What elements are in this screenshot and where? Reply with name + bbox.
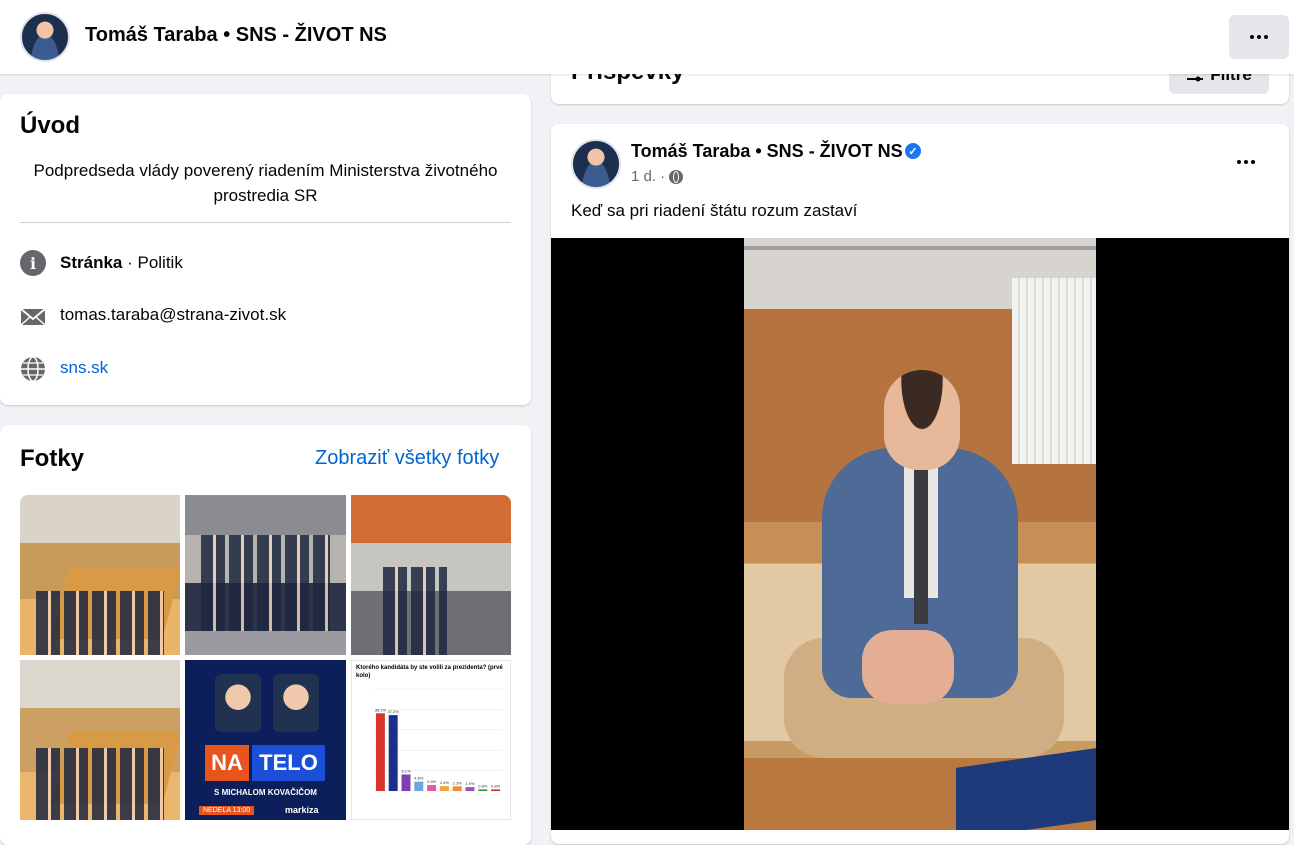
poll-value-label: 2.9% <box>427 779 437 784</box>
poll-value-label: 38.1% <box>375 707 387 712</box>
more-dots-icon <box>1250 35 1268 39</box>
natelo-telo: TELO <box>252 745 325 781</box>
poll-value-label: 8.1% <box>401 768 411 773</box>
intro-title: Úvod <box>20 112 80 139</box>
intro-bio: Podpredseda vlády poverený riadením Mini… <box>33 161 498 205</box>
natelo-subtitle: S MICHALOM KOVAČIČOM <box>214 788 317 797</box>
poll-value-label: 0.8% <box>478 783 488 788</box>
poll-value-label: 2.4% <box>440 780 450 785</box>
poll-value-label: 37.2% <box>388 709 400 714</box>
video-frame <box>744 238 1096 830</box>
verified-badge-icon: ✓ <box>905 143 921 159</box>
poll-bar <box>401 774 411 791</box>
poll-bar <box>478 789 488 791</box>
poll-value-label: 1.9% <box>465 781 475 786</box>
more-dots-icon <box>1237 160 1255 164</box>
photos-title: Fotky <box>20 445 85 472</box>
poll-chart: 38.1% 37.2%8.1%4.6%2.9% 2.4% 2.3% 1.9% 0.8% 0.… <box>374 688 502 792</box>
page-title[interactable]: Tomáš Taraba • SNS - ŽIVOT NS <box>85 24 387 47</box>
photo-thumbnail[interactable] <box>20 495 180 655</box>
natelo-airtime: NEDEĽA 13:00 <box>199 806 255 815</box>
mail-icon <box>20 308 46 326</box>
poll-bar <box>452 786 462 791</box>
photo-thumbnail[interactable] <box>185 495 346 655</box>
post-author-name[interactable]: Tomáš Taraba • SNS - ŽIVOT NS <box>631 141 903 162</box>
website-link[interactable]: sns.sk <box>60 358 108 378</box>
natelo-na: NA <box>205 745 249 781</box>
category-label: Stránka <box>60 253 123 272</box>
photo-thumbnail-poll[interactable]: Ktorého kandidáta by ste volili za prezi… <box>351 660 511 820</box>
photo-thumbnail-natelo[interactable]: NA TELO S MICHALOM KOVAČIČOM NEDEĽA 13:0… <box>185 660 346 820</box>
page-avatar[interactable] <box>20 12 70 62</box>
poll-bar <box>439 786 449 791</box>
poll-bar <box>465 787 475 791</box>
see-all-photos-link[interactable]: Zobraziť všetky fotky <box>315 447 499 470</box>
category-row: Stránka · Politik <box>60 253 183 273</box>
post-more-button[interactable] <box>1230 152 1262 172</box>
globe-icon <box>21 356 45 382</box>
poll-bar <box>427 785 437 791</box>
poll-value-label: 2.3% <box>453 780 463 785</box>
poll-bar <box>491 789 501 791</box>
more-options-button[interactable] <box>1229 15 1289 59</box>
email-link[interactable]: tomas.taraba@strana-zivot.sk <box>60 305 286 325</box>
poll-value-label: 4.6% <box>414 776 424 781</box>
post-author-avatar[interactable] <box>571 139 621 189</box>
poll-value-label: 0.8% <box>491 783 501 788</box>
poll-bar <box>388 715 398 791</box>
poll-bar <box>414 781 424 791</box>
category-value: · Politik <box>122 253 183 272</box>
photo-thumbnail[interactable] <box>351 495 511 655</box>
intro-divider <box>20 222 511 223</box>
post-text: Keď sa pri riadení štátu rozum zastaví <box>571 201 858 220</box>
post-timestamp[interactable]: 1 d. · <box>631 168 665 185</box>
public-audience-icon <box>669 169 684 184</box>
post-video[interactable] <box>551 238 1289 830</box>
poll-bar <box>375 713 385 791</box>
natelo-brand: markíza <box>285 805 319 815</box>
info-icon: i <box>20 250 46 276</box>
post-meta: 1 d. · <box>631 168 684 185</box>
photo-thumbnail[interactable] <box>20 660 180 820</box>
poll-title: Ktorého kandidáta by ste volili za prezi… <box>356 665 503 679</box>
